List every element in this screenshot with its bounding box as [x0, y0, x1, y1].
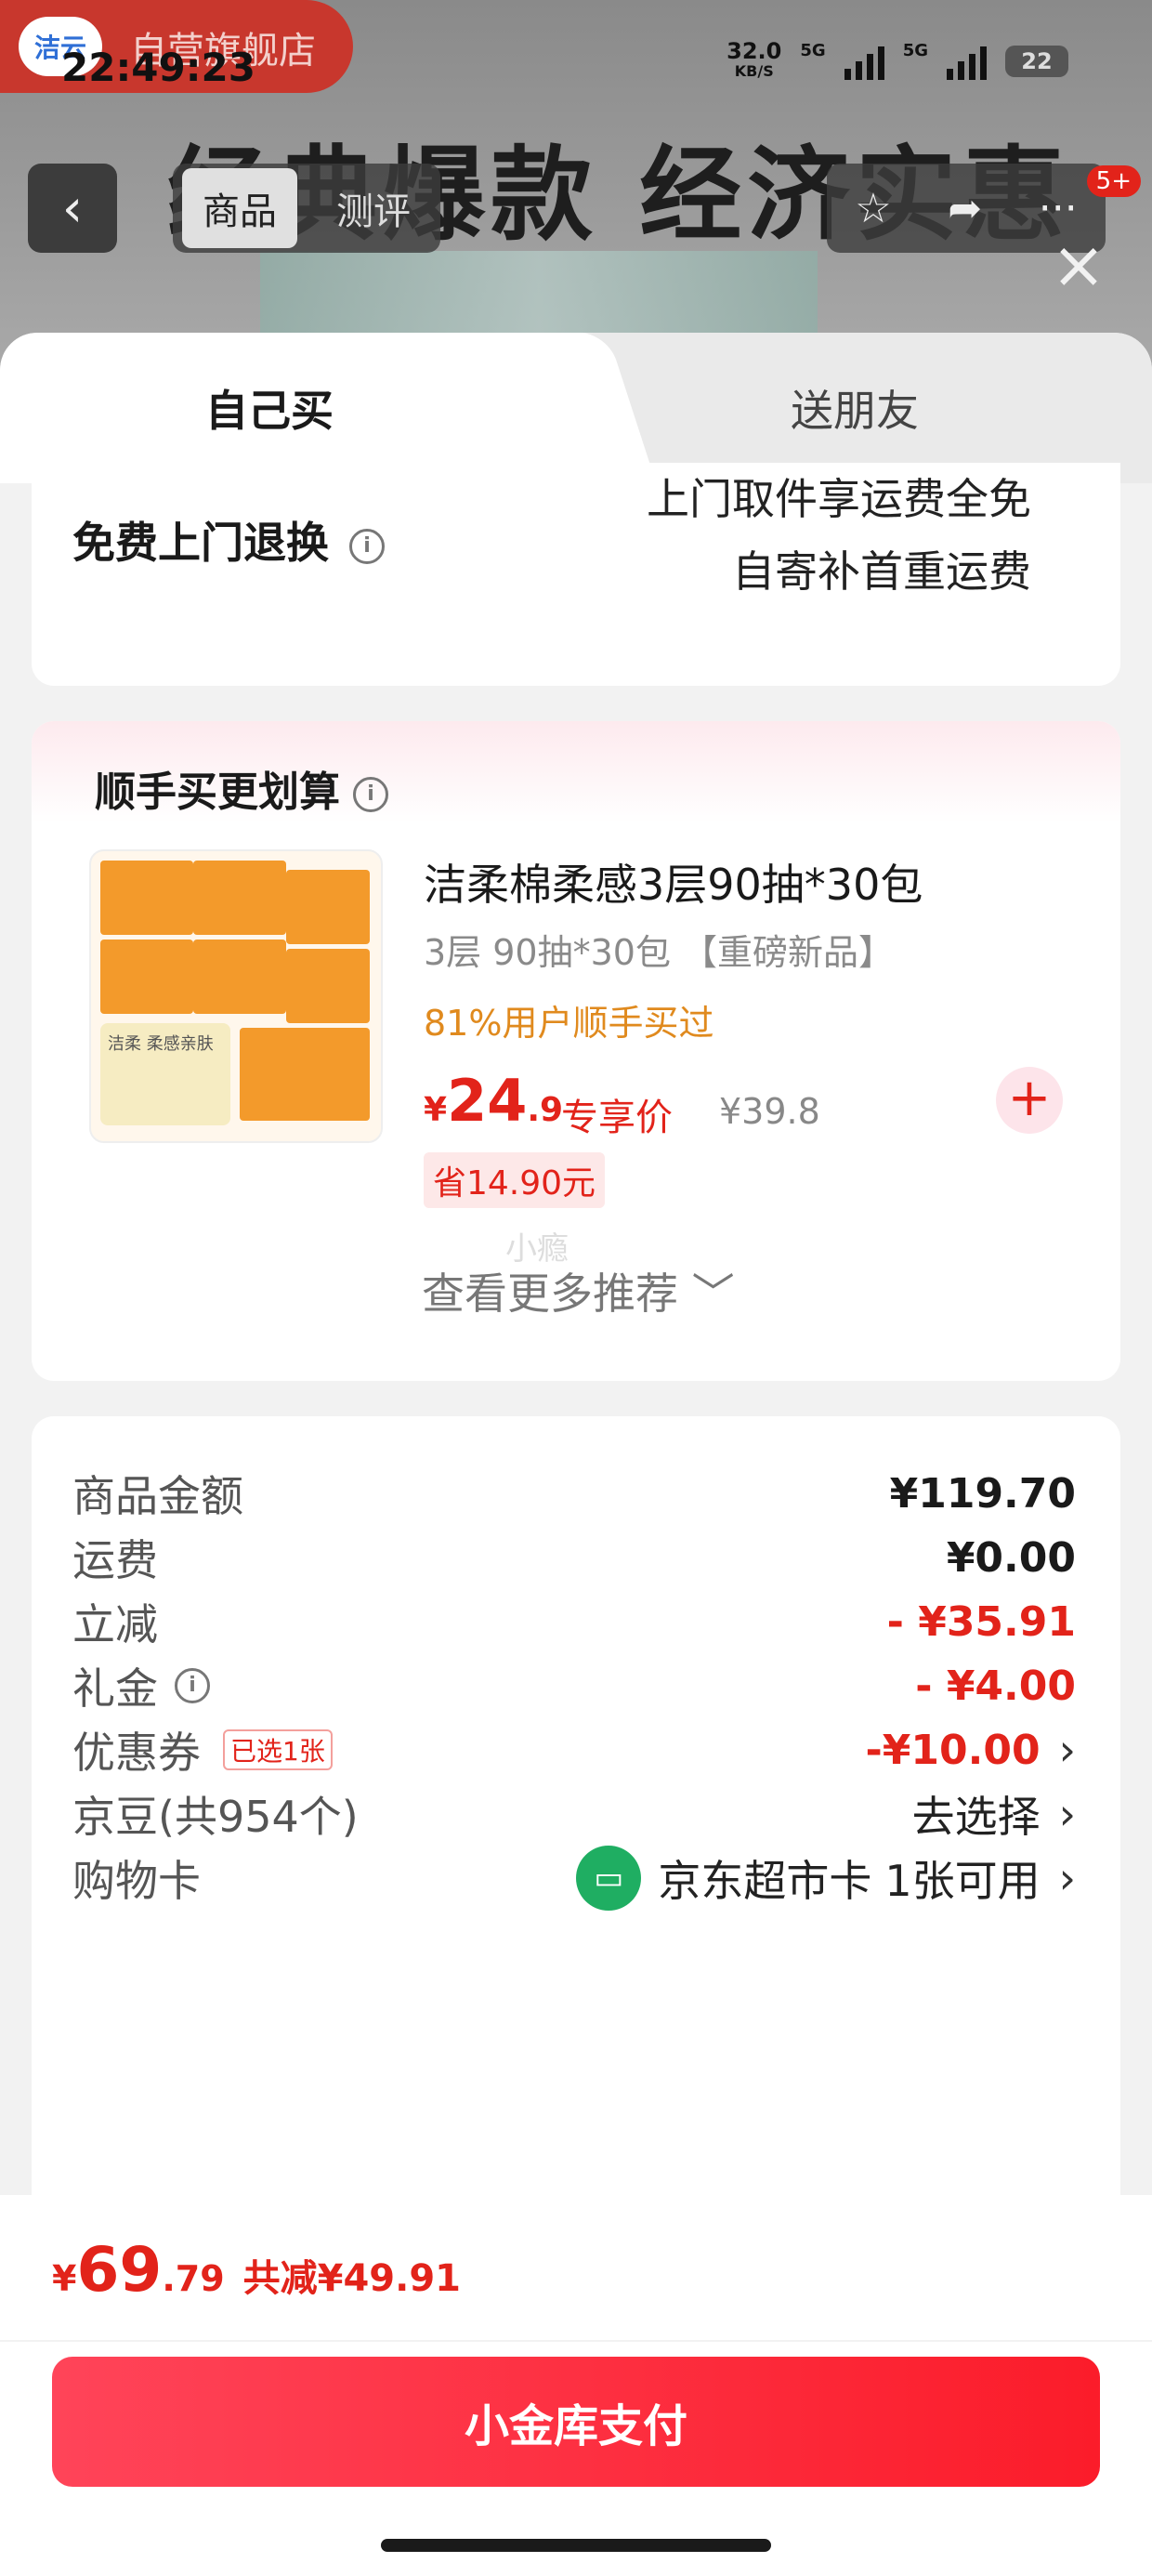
price-symbol: ¥	[424, 1091, 448, 1129]
return-service-desc: 上门取件享运费全免 自寄补首重运费	[647, 463, 1031, 608]
net-speed-value: 32.0	[727, 38, 782, 64]
total-price-symbol: ¥	[52, 2258, 77, 2299]
chevron-right-icon: ›	[1058, 1789, 1076, 1839]
info-icon[interactable]: i	[175, 1668, 210, 1703]
back-button[interactable]: ‹	[28, 164, 117, 253]
more-recommend-link[interactable]: 查看更多推荐 ﹀	[422, 1260, 735, 1321]
close-icon[interactable]: ×	[1046, 232, 1111, 297]
summary-value: 京东超市卡	[658, 1856, 872, 1906]
net-speed: 32.0 KB/S	[727, 38, 782, 82]
exclusive-price-label: 专享价	[561, 1097, 673, 1139]
recommend-title: 顺手买更划算 i	[95, 758, 388, 818]
share-icon[interactable]: ➦	[948, 185, 982, 232]
more-icon[interactable]: ···	[1039, 185, 1078, 232]
summary-value: ¥0.00	[946, 1533, 1076, 1582]
recommend-product-image[interactable]: 洁柔 柔感亲肤	[89, 849, 383, 1143]
recommend-price: ¥24.9	[424, 1067, 563, 1135]
tab-review[interactable]: 测评	[316, 168, 431, 248]
net-speed-unit: KB/S	[734, 62, 774, 80]
summary-row-discount: 立减 - ¥35.91	[72, 1589, 1076, 1654]
product-pack-label: 洁柔 柔感亲肤	[100, 1023, 230, 1125]
signal-icon	[844, 43, 884, 80]
summary-label: 京豆(共954个)	[72, 1792, 359, 1842]
add-to-cart-button[interactable]: +	[996, 1067, 1063, 1134]
summary-label: 商品金额	[72, 1471, 243, 1521]
recommend-card: 顺手买更划算 i 洁柔 柔感亲肤 洁柔棉柔感3层90抽*30包 3层 90抽*30…	[32, 721, 1120, 1381]
chevron-right-icon: ›	[1058, 1725, 1076, 1775]
summary-row-coupon[interactable]: 优惠券 已选1张 -¥10.00 ›	[72, 1717, 1076, 1782]
product-page-background: 洁云 自营旗舰店 22:49:23 32.0 KB/S 5G 5G 22 经典爆…	[0, 0, 1152, 372]
message-badge: 5+	[1086, 165, 1141, 197]
summary-value: 去选择	[911, 1792, 1041, 1842]
total-reduce: 共减¥49.91	[242, 2257, 461, 2300]
pay-button[interactable]: 小金库支付	[52, 2357, 1100, 2487]
return-service-title: 免费上门退换 i	[72, 509, 385, 571]
info-icon[interactable]: i	[353, 777, 388, 812]
chevron-right-icon: ›	[1058, 1853, 1076, 1903]
divider	[0, 2340, 1152, 2342]
recommend-product-spec: 3层 90抽*30包 【重磅新品】	[424, 932, 895, 973]
summary-label: 购物卡	[72, 1856, 201, 1906]
total-price-integer: 69	[76, 2234, 163, 2306]
tab-self-label: 自己买	[205, 386, 334, 436]
summary-row-gift-money: 礼金 i - ¥4.00	[72, 1653, 1076, 1718]
summary-row-goods: 商品金额 ¥119.70	[72, 1461, 1076, 1526]
return-service-title-text: 免费上门退换	[72, 518, 329, 568]
summary-value: - ¥4.00	[915, 1662, 1076, 1710]
price-integer: 24	[447, 1067, 528, 1135]
pay-bar: ¥69.79 共减¥49.91 小金库支付	[0, 2195, 1152, 2576]
summary-label: 立减	[72, 1599, 158, 1649]
info-icon[interactable]: i	[349, 528, 385, 564]
chevron-left-icon: ‹	[61, 177, 84, 239]
purchase-mode-tabs: 送朋友 自己买	[0, 333, 1152, 483]
signal-label-2: 5G	[902, 41, 928, 60]
summary-label: 礼金	[72, 1663, 158, 1714]
summary-row-shipping: 运费 ¥0.00	[72, 1525, 1076, 1590]
summary-row-jd-beans[interactable]: 京豆(共954个) 去选择 ›	[72, 1781, 1076, 1847]
signal-icon	[947, 43, 987, 80]
tab-self[interactable]: 自己买	[0, 333, 595, 483]
price-decimal: .9	[527, 1091, 564, 1129]
status-time: 22:49:23	[61, 45, 255, 90]
recommend-title-text: 顺手买更划算	[95, 769, 340, 816]
summary-row-shopping-card[interactable]: 购物卡 ▭ 京东超市卡 1张可用 ›	[72, 1846, 1076, 1911]
summary-value: - ¥35.91	[886, 1597, 1076, 1646]
plus-icon: +	[1007, 1068, 1052, 1128]
recommend-product-name[interactable]: 洁柔棉柔感3层90抽*30包	[424, 851, 923, 913]
original-price: ¥39.8	[719, 1091, 820, 1132]
summary-value: ¥119.70	[889, 1469, 1076, 1518]
nav-tabs: 商品 测评	[173, 164, 440, 253]
coupon-selected-tag: 已选1张	[223, 1729, 333, 1770]
return-desc-line1: 上门取件享运费全免	[647, 474, 1031, 524]
supermarket-card-icon: ▭	[576, 1846, 642, 1911]
star-icon[interactable]: ☆	[855, 185, 891, 232]
signal-label-1: 5G	[800, 41, 826, 60]
home-indicator[interactable]	[381, 2539, 771, 2552]
summary-label: 优惠券	[72, 1728, 201, 1778]
total-price: ¥69.79 共减¥49.91	[52, 2234, 461, 2306]
summary-value: -¥10.00	[865, 1726, 1041, 1774]
card-available-count: 1张可用	[884, 1856, 1041, 1906]
summary-label: 运费	[72, 1535, 158, 1585]
recommend-bought-rate: 81%用户顺手买过	[424, 1003, 714, 1044]
battery-icon: 22	[1005, 46, 1068, 77]
total-price-decimal: .79	[162, 2258, 225, 2299]
save-badge: 省14.90元	[424, 1152, 606, 1208]
tab-product[interactable]: 商品	[182, 168, 297, 248]
status-icons: 32.0 KB/S 5G 5G 22	[727, 38, 1068, 82]
return-service-card: 免费上门退换 i 上门取件享运费全免 自寄补首重运费	[32, 463, 1120, 686]
return-desc-line2: 自寄补首重运费	[732, 546, 1031, 597]
